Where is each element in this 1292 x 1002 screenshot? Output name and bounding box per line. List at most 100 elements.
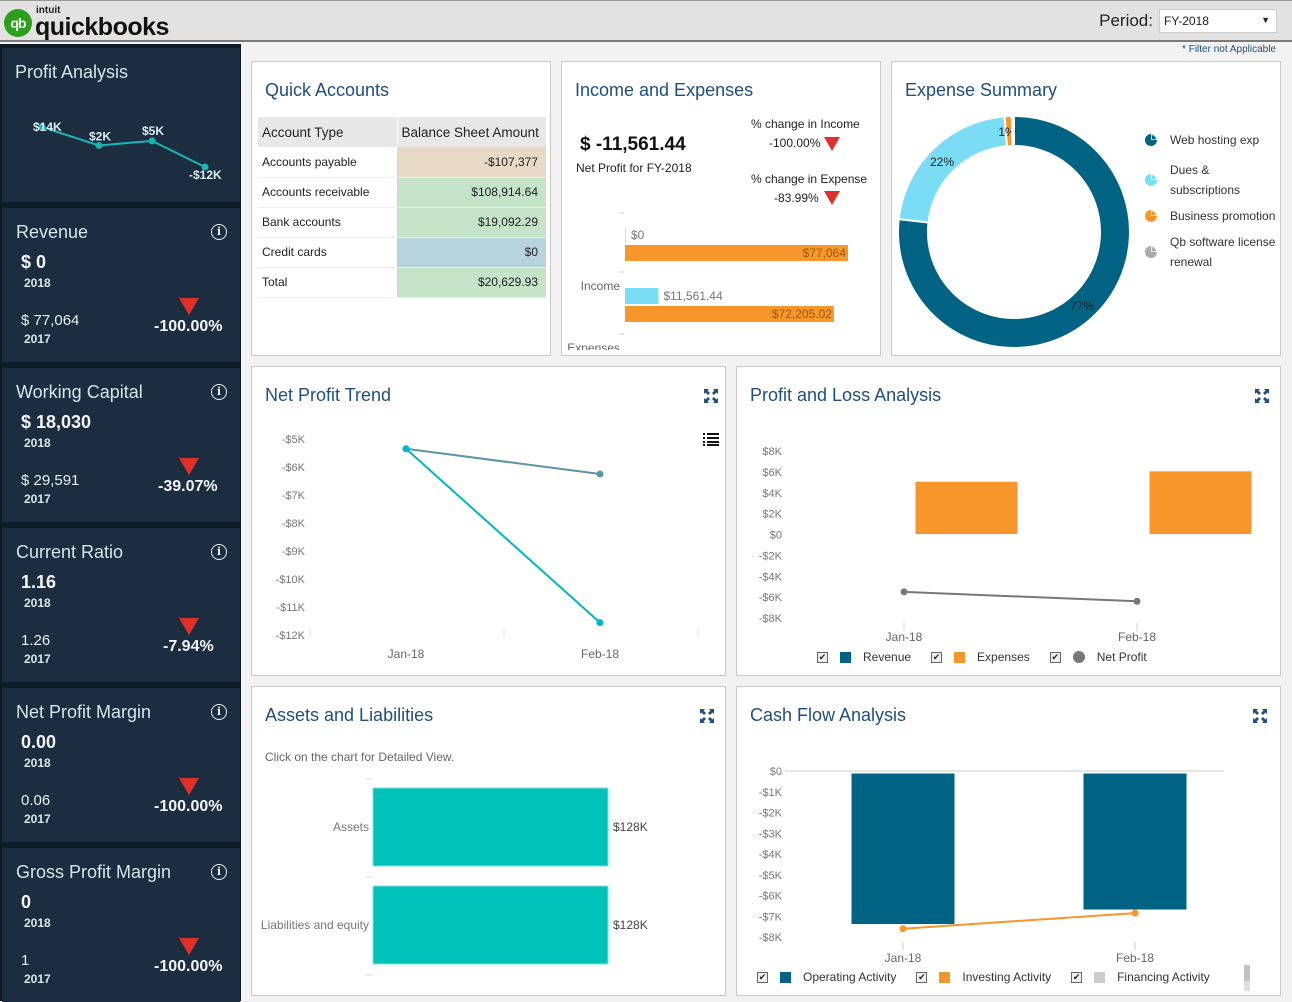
kpi-previous-value: $ 77,064 [21, 312, 80, 329]
amount-cell: $20,629.93 [397, 267, 546, 298]
account-type-cell: Accounts receivable [258, 177, 397, 208]
legend-label: Qb software license renewal [1170, 235, 1276, 269]
x-tick-label: Jan-18 [388, 647, 425, 661]
net-profit-label: Net Profit for FY-2018 [576, 161, 692, 175]
profit-loss-chart[interactable]: $8K $6K $4K $2K $0 -$2K -$4K -$6K -$8K Jan-18 Feb-… [737, 427, 1277, 657]
expense-change-label: % change in Expense [751, 172, 868, 186]
table-row: Accounts payable -$107,377 [258, 147, 546, 178]
amount-cell: $19,092.29 [397, 207, 546, 238]
income-expenses-chart[interactable]: Income Expenses $0 $77,064 $11,561.44 $72,205… [562, 210, 880, 350]
legend-swatch [939, 971, 951, 983]
legend-item-expenses[interactable]: ✔ Expenses [931, 650, 1030, 664]
kpi-card-revenue[interactable]: Revenue i $ 0 2018 $ 77,064 2017 -100.00% [2, 208, 240, 362]
qb-logo-mark: qb [4, 9, 32, 37]
expand-icon[interactable] [1254, 388, 1270, 404]
legend-item[interactable]: Web hosting exp [1144, 130, 1279, 150]
category-label: Income [581, 279, 621, 293]
kpi-previous-year: 2017 [24, 492, 51, 506]
checkbox-checked-icon[interactable]: ✔ [1071, 971, 1083, 983]
expense-change-value: -83.99% [774, 191, 819, 205]
legend-label: Investing Activity [962, 970, 1052, 984]
kpi-card-working-capital[interactable]: Working Capital i $ 18,030 2018 $ 29,591 2017… [2, 368, 240, 522]
info-icon[interactable]: i [211, 224, 227, 240]
chevron-down-icon: ▼ [1261, 15, 1270, 25]
cash-flow-chart[interactable]: $0 -$1K -$2K -$3K -$4K -$5K -$6K -$7K -$8K Jan-18… [737, 755, 1277, 965]
category-label: Expenses [567, 341, 620, 350]
table-row: Accounts receivable $108,914.64 [258, 177, 546, 208]
x-tick-label: Jan-18 [885, 951, 922, 965]
down-arrow-icon [179, 778, 199, 795]
y-tick-label: -$2K [759, 808, 783, 820]
y-tick-label: -$2K [759, 550, 783, 562]
kpi-previous-year: 2017 [24, 812, 51, 826]
income-expenses-title: Income and Expenses [575, 80, 754, 100]
legend-item[interactable]: Qb software license renewal [1144, 232, 1279, 272]
period-select[interactable]: FY-2018 ▼ [1159, 9, 1277, 33]
y-tick-label: -$7K [282, 490, 306, 502]
checkbox-checked-icon[interactable]: ✔ [916, 971, 928, 983]
net-profit-trend-card: Net Profit Trend -$5K -$6K -$7K -$8K -$9K -$1… [251, 366, 726, 676]
profit-analysis-sparkline: $14K $2K $5K -$12K [33, 120, 222, 182]
net-profit-line [903, 590, 1138, 603]
legend-item-financing[interactable]: ✔ Financing Activity [1071, 970, 1210, 984]
profit-loss-card: Profit and Loss Analysis $8K $6K $4K $2K $0 -… [736, 366, 1281, 676]
investing-point [1131, 909, 1139, 917]
bar-value-label: $128K [613, 918, 648, 932]
y-tick-label: $4K [762, 488, 782, 500]
legend-item-operating[interactable]: ✔ Operating Activity [757, 970, 896, 984]
kpi-card-gross-profit-margin[interactable]: Gross Profit Margin i 0 2018 1 2017 -100.00% [2, 848, 240, 1002]
bar-operating [850, 772, 956, 926]
checkbox-checked-icon[interactable]: ✔ [1049, 651, 1061, 663]
profit-analysis-card[interactable]: Profit Analysis $14K $2K $5K -$12K [2, 48, 240, 202]
assets-liabilities-chart[interactable]: Assets $128K Liabilities and equity $128K [252, 772, 722, 992]
legend-item-net-profit[interactable]: ✔ Net Profit [1049, 650, 1147, 664]
account-type-cell: Total [258, 267, 397, 298]
expand-icon[interactable] [703, 388, 719, 404]
kpi-card-current-ratio[interactable]: Current Ratio i 1.16 2018 1.26 2017 -7.94% [2, 528, 240, 682]
legend-item-investing[interactable]: ✔ Investing Activity [916, 970, 1051, 984]
kpi-previous-value: 1.26 [21, 632, 51, 649]
y-tick-label: -$5K [282, 434, 306, 446]
net-profit-point [1133, 597, 1141, 605]
legend-label: Web hosting exp [1170, 133, 1260, 147]
down-arrow-icon [824, 191, 840, 205]
y-tick-label: -$8K [759, 613, 783, 625]
y-tick-label: -$5K [759, 870, 783, 882]
bar-fy2018 [625, 227, 626, 243]
y-tick-label: -$1K [759, 787, 783, 799]
investing-point [899, 925, 907, 933]
y-tick-label: -$10K [276, 574, 306, 586]
income-expenses-card: Income and Expenses $ -11,561.44 Net Pro… [561, 61, 881, 356]
y-tick-label: -$9K [282, 546, 306, 558]
info-icon[interactable]: i [211, 864, 227, 880]
legend-scrollbar[interactable] [1244, 965, 1250, 991]
expand-icon[interactable] [699, 708, 715, 724]
checkbox-checked-icon[interactable]: ✔ [757, 971, 768, 983]
y-tick-label: -$6K [282, 462, 306, 474]
checkbox-checked-icon[interactable]: ✔ [931, 651, 943, 663]
bar-value-label: $77,064 [803, 246, 847, 260]
pie-slice-icon [1145, 210, 1157, 222]
info-icon[interactable]: i [211, 544, 227, 560]
checkbox-checked-icon[interactable]: ✔ [817, 651, 828, 663]
legend-swatch [840, 651, 851, 663]
cash-flow-title: Cash Flow Analysis [750, 705, 907, 725]
y-tick-label: $6K [762, 467, 782, 479]
kpi-previous-year: 2017 [24, 972, 51, 986]
sparkline-point [148, 137, 156, 145]
table-row: Bank accounts $19,092.29 [258, 207, 546, 238]
expense-summary-donut[interactable]: 77%22%1% [892, 107, 1132, 357]
info-icon[interactable]: i [211, 384, 227, 400]
kpi-card-net-profit-margin[interactable]: Net Profit Margin i 0.00 2018 0.06 2017 -100.0… [2, 688, 240, 842]
brand-name: quickbooks [35, 13, 169, 41]
cash-flow-card: Cash Flow Analysis $0 -$1K -$2K -$3K -$4K -$5… [736, 686, 1281, 996]
pie-slice-icon [1145, 174, 1157, 186]
net-profit-trend-chart[interactable]: -$5K -$6K -$7K -$8K -$9K -$10K -$11K -$12K Jan-1… [252, 422, 722, 672]
expand-icon[interactable] [1252, 708, 1268, 724]
legend-item[interactable]: Dues & subscriptions [1144, 160, 1279, 200]
kpi-change-percent: -100.00% [154, 318, 223, 335]
legend-item-revenue[interactable]: ✔ Revenue [817, 650, 911, 664]
info-icon[interactable]: i [211, 704, 227, 720]
legend-item[interactable]: Business promotion [1144, 206, 1279, 226]
assets-liabilities-card: Assets and Liabilities Click on the char… [251, 686, 726, 996]
